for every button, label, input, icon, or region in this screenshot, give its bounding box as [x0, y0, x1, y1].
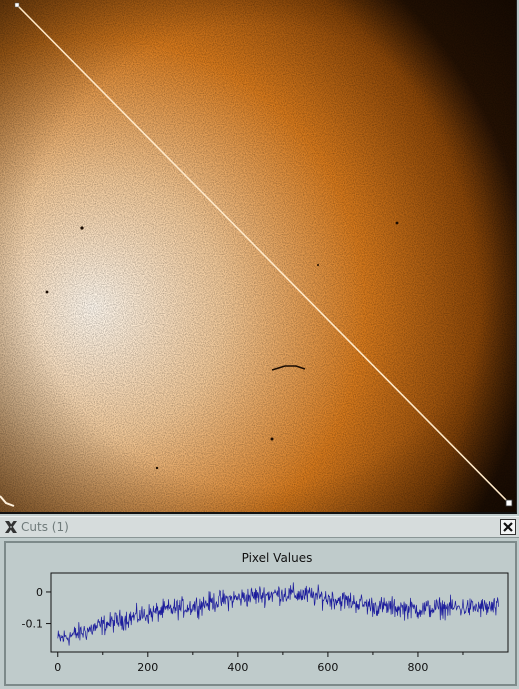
cut-end-handle[interactable] [505, 499, 513, 507]
y-tick-label: 0 [36, 586, 43, 599]
x-tick-label: 800 [407, 661, 428, 674]
x-axis: 0 200 400 600 800 [54, 652, 464, 674]
x-tick-label: 600 [317, 661, 338, 674]
cut-start-handle[interactable] [14, 2, 20, 8]
astronomical-image[interactable] [0, 0, 516, 512]
x-tick-label: 0 [54, 661, 61, 674]
x-tick-label: 200 [137, 661, 158, 674]
pixel-values-chart: Pixel Values 0 200 400 600 800 0 -0.1 [22, 551, 509, 674]
chart-title: Pixel Values [242, 551, 313, 565]
y-axis: 0 -0.1 [22, 586, 51, 631]
y-tick-label: -0.1 [22, 618, 43, 631]
image-view[interactable] [0, 0, 517, 514]
cuts-plot-panel: Pixel Values 0 200 400 600 800 0 -0.1 [4, 541, 517, 686]
image-noise [0, 0, 516, 512]
cuts-titlebar[interactable]: Cuts (1) [0, 516, 519, 538]
close-button[interactable] [500, 519, 516, 535]
x-tick-label: 400 [227, 661, 248, 674]
close-icon [503, 522, 513, 532]
x-logo-icon [5, 521, 17, 533]
cuts-window-title: Cuts (1) [21, 520, 69, 534]
